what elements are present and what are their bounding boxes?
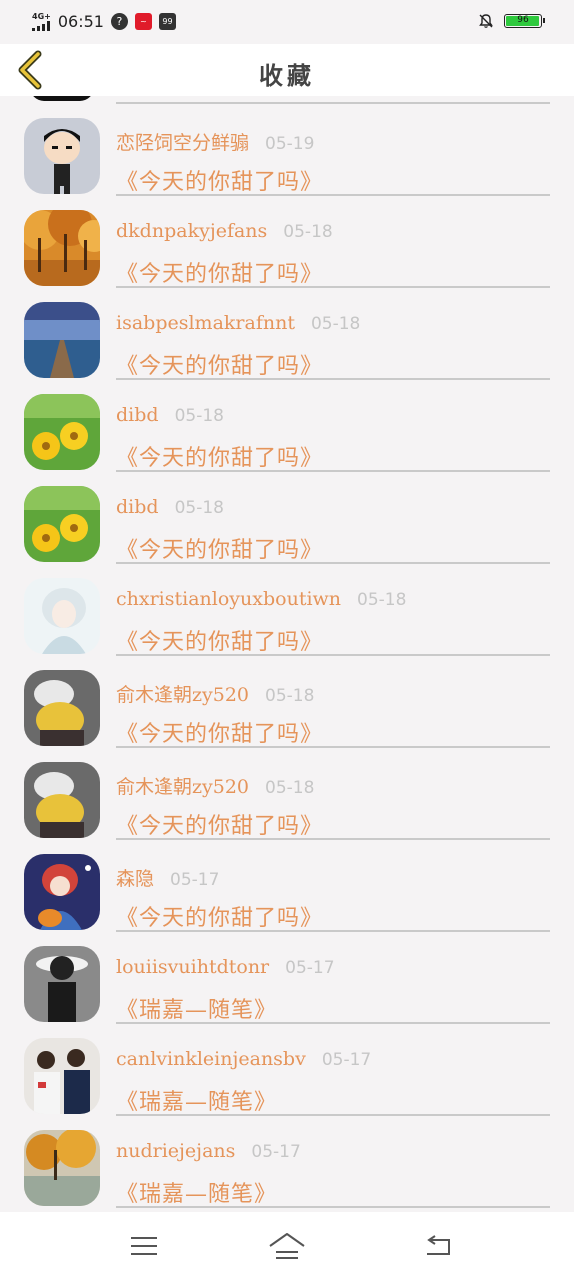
list-item-partial[interactable] bbox=[0, 96, 574, 104]
username[interactable]: 恋陉饲空分鲜骟 bbox=[116, 128, 249, 155]
username[interactable]: 森隐 bbox=[116, 864, 154, 891]
work-title[interactable]: 《今天的你甜了吗》 bbox=[116, 624, 323, 656]
anime-couple-avatar[interactable] bbox=[24, 762, 100, 838]
work-title[interactable]: 《今天的你甜了吗》 bbox=[116, 808, 323, 840]
date: 05-18 bbox=[283, 222, 333, 242]
list-item[interactable]: 俞木逢朝zy520 05-18 《今天的你甜了吗》 bbox=[0, 656, 574, 748]
news-app-icon: 99 bbox=[158, 13, 176, 30]
date: 05-19 bbox=[265, 134, 315, 154]
lake-pier-avatar[interactable] bbox=[24, 302, 100, 378]
username[interactable]: nudriejejans bbox=[116, 1140, 235, 1162]
username[interactable]: louiisvuihtdtonr bbox=[116, 956, 269, 978]
system-nav-bar bbox=[0, 1212, 574, 1280]
status-bar: 4G+ 06:51 ? ~ 99 96 bbox=[0, 0, 574, 44]
anime-white-hair-avatar[interactable] bbox=[24, 578, 100, 654]
battery-level: 96 bbox=[517, 15, 529, 25]
work-title[interactable]: 《今天的你甜了吗》 bbox=[116, 256, 323, 288]
list-item[interactable]: canlvinkleinjeansbv 05-17 《瑞嘉—随笔》 bbox=[0, 1024, 574, 1116]
date: 05-17 bbox=[251, 1142, 301, 1162]
work-title[interactable]: 《今天的你甜了吗》 bbox=[116, 532, 323, 564]
autumn-lake-avatar[interactable] bbox=[24, 1130, 100, 1206]
date: 05-17 bbox=[170, 870, 220, 890]
work-title[interactable]: 《今天的你甜了吗》 bbox=[116, 164, 323, 196]
page-title: 收藏 bbox=[259, 61, 315, 90]
avatar bbox=[30, 96, 94, 101]
couple-photo-avatar[interactable] bbox=[24, 1038, 100, 1114]
list-item[interactable]: dibd 05-18 《今天的你甜了吗》 bbox=[0, 472, 574, 564]
list-item[interactable]: 森隐 05-17 《今天的你甜了吗》 bbox=[0, 840, 574, 932]
cartoon-boy-avatar[interactable] bbox=[24, 118, 100, 194]
list-item[interactable]: nudriejejans 05-17 《瑞嘉—随笔》 bbox=[0, 1116, 574, 1208]
list-item[interactable]: chxristianloyuxboutiwn 05-18 《今天的你甜了吗》 bbox=[0, 564, 574, 656]
yellow-flowers-avatar[interactable] bbox=[24, 486, 100, 562]
work-title[interactable]: 《瑞嘉—随笔》 bbox=[116, 1084, 277, 1116]
hat-girl-photo-avatar[interactable] bbox=[24, 946, 100, 1022]
back-button[interactable] bbox=[416, 1228, 460, 1264]
date: 05-18 bbox=[174, 406, 224, 426]
username[interactable]: chxristianloyuxboutiwn bbox=[116, 588, 341, 610]
anime-pumpkin-girl-avatar[interactable] bbox=[24, 854, 100, 930]
yellow-flowers-avatar[interactable] bbox=[24, 394, 100, 470]
list-item[interactable]: 俞木逢朝zy520 05-18 《今天的你甜了吗》 bbox=[0, 748, 574, 840]
divider bbox=[116, 1206, 550, 1208]
clock: 06:51 bbox=[57, 12, 104, 31]
network-type: 4G+ bbox=[32, 11, 51, 21]
autumn-trees-avatar[interactable] bbox=[24, 210, 100, 286]
date: 05-18 bbox=[265, 778, 315, 798]
mute-bell-icon bbox=[479, 14, 493, 28]
username[interactable]: dibd bbox=[116, 496, 159, 518]
work-title[interactable]: 《瑞嘉—随笔》 bbox=[116, 992, 277, 1024]
list-item[interactable]: dibd 05-18 《今天的你甜了吗》 bbox=[0, 380, 574, 472]
home-button[interactable] bbox=[265, 1228, 309, 1264]
signal-indicator: 4G+ bbox=[32, 11, 51, 31]
back-return-icon bbox=[427, 1235, 450, 1255]
red-app-icon: ~ bbox=[134, 13, 152, 30]
favorites-list[interactable]: 恋陉饲空分鲜骟 05-19 《今天的你甜了吗》 dkdnpakyjefans 0… bbox=[0, 96, 574, 1212]
menu-icon bbox=[131, 1237, 157, 1255]
home-icon bbox=[269, 1233, 305, 1259]
list-item[interactable]: 恋陉饲空分鲜骟 05-19 《今天的你甜了吗》 bbox=[0, 104, 574, 196]
username[interactable]: dkdnpakyjefans bbox=[116, 220, 267, 242]
work-title[interactable]: 《今天的你甜了吗》 bbox=[116, 348, 323, 380]
date: 05-18 bbox=[265, 686, 315, 706]
username[interactable]: 俞木逢朝zy520 bbox=[116, 680, 249, 707]
date: 05-17 bbox=[285, 958, 335, 978]
work-title[interactable]: 《今天的你甜了吗》 bbox=[116, 440, 323, 472]
username[interactable]: isabpeslmakrafnnt bbox=[116, 312, 295, 334]
username[interactable]: 俞木逢朝zy520 bbox=[116, 772, 249, 799]
date: 05-18 bbox=[174, 498, 224, 518]
battery-icon: 96 bbox=[504, 14, 545, 28]
list-item[interactable]: louiisvuihtdtonr 05-17 《瑞嘉—随笔》 bbox=[0, 932, 574, 1024]
work-title[interactable]: 《今天的你甜了吗》 bbox=[116, 716, 323, 748]
work-title[interactable]: 《瑞嘉—随笔》 bbox=[116, 1176, 277, 1208]
list-item[interactable]: dkdnpakyjefans 05-18 《今天的你甜了吗》 bbox=[0, 196, 574, 288]
anime-couple-avatar[interactable] bbox=[24, 670, 100, 746]
work-title[interactable]: 《今天的你甜了吗》 bbox=[116, 900, 323, 932]
date: 05-18 bbox=[310, 314, 361, 334]
help-circle-icon: ? bbox=[110, 13, 128, 30]
date: 05-18 bbox=[357, 590, 407, 610]
date: 05-17 bbox=[321, 1050, 372, 1070]
username[interactable]: canlvinkleinjeansbv bbox=[116, 1048, 306, 1070]
username[interactable]: dibd bbox=[116, 404, 159, 426]
title-bar: 收藏 bbox=[0, 44, 574, 96]
signal-bars-icon bbox=[32, 20, 51, 31]
list-item[interactable]: isabpeslmakrafnnt 05-18 《今天的你甜了吗》 bbox=[0, 288, 574, 380]
menu-button[interactable] bbox=[122, 1228, 166, 1264]
